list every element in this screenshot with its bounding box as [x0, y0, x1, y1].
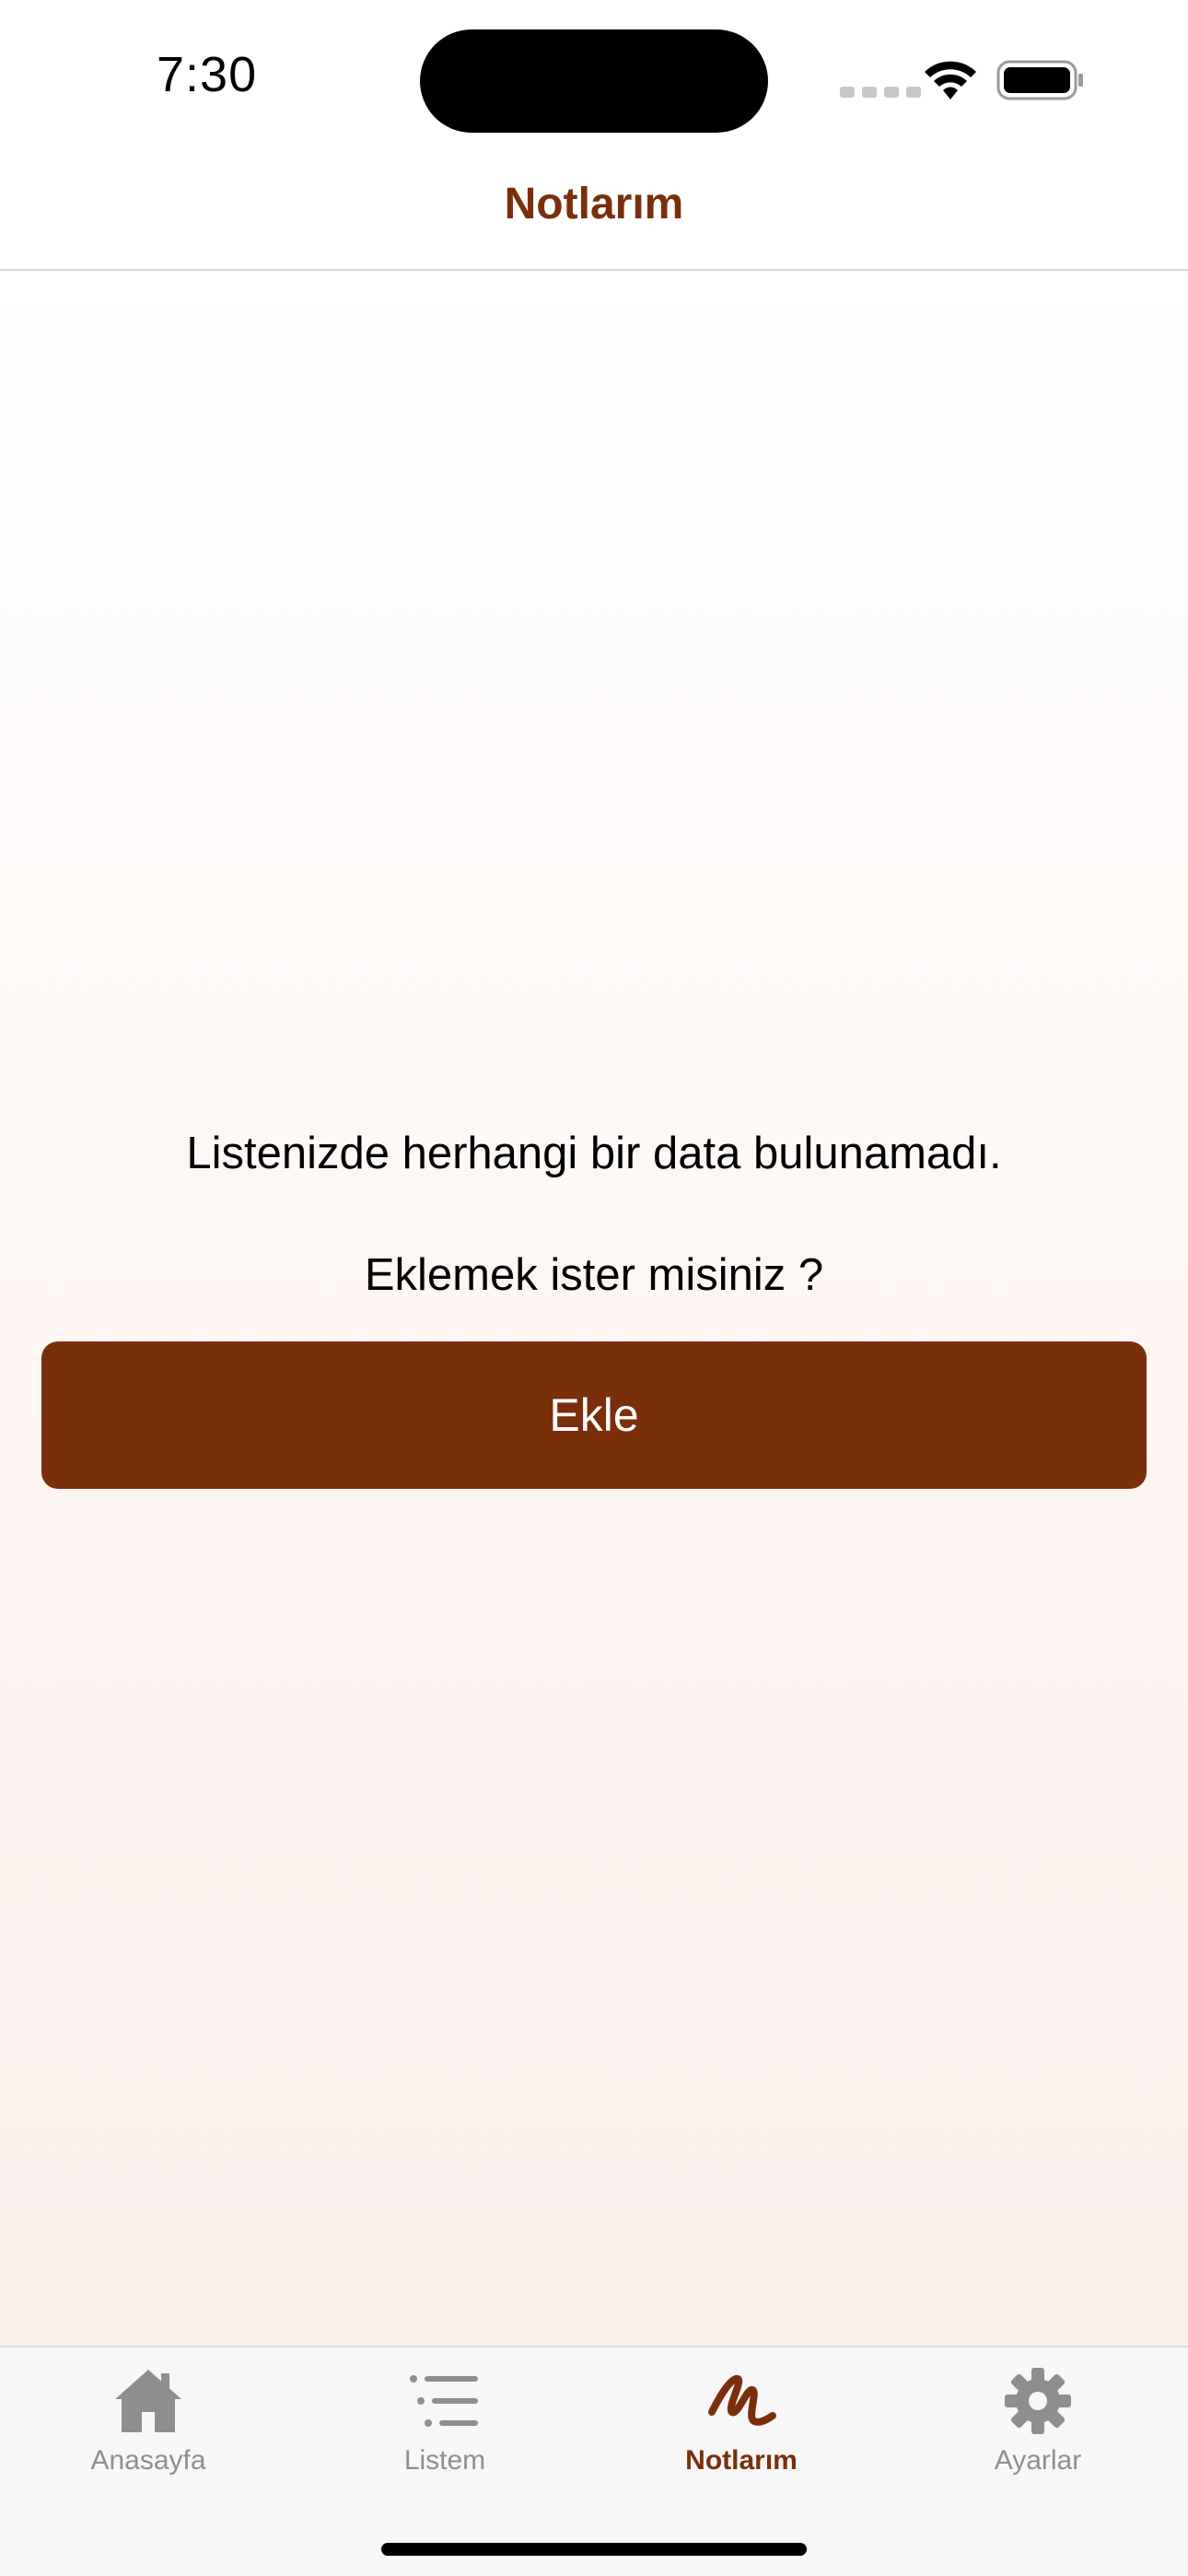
page-title: Notlarım	[504, 180, 684, 228]
tab-ayarlar[interactable]: Ayarlar	[890, 2348, 1186, 2486]
status-bar: 7:30	[0, 0, 1188, 157]
dynamic-island	[420, 29, 768, 133]
tab-listem[interactable]: Listem	[297, 2348, 593, 2486]
tab-notlarim[interactable]: Notlarım	[593, 2348, 890, 2486]
home-icon	[115, 2370, 181, 2432]
gear-icon	[1005, 2368, 1071, 2434]
cellular-signal-icon	[840, 87, 921, 98]
scribble-icon	[708, 2375, 776, 2426]
tab-bar: Anasayfa Listem Notlarım Ayarlar	[0, 2346, 1188, 2576]
tab-anasayfa[interactable]: Anasayfa	[0, 2348, 297, 2486]
list-icon	[410, 2375, 478, 2427]
tab-label: Ayarlar	[994, 2445, 1082, 2476]
nav-header: Notlarım	[0, 157, 1188, 271]
tab-label: Listem	[403, 2445, 486, 2476]
tab-label: Notlarım	[685, 2445, 798, 2476]
home-indicator[interactable]	[381, 2543, 807, 2556]
add-button[interactable]: Ekle	[41, 1341, 1147, 1489]
wifi-icon	[925, 61, 976, 100]
empty-state-message: Listenizde herhangi bir data bulunamadı.	[186, 1129, 1002, 1178]
status-time: 7:30	[157, 47, 258, 102]
tab-label: Anasayfa	[90, 2445, 206, 2476]
battery-icon	[996, 60, 1083, 100]
empty-state-question: Eklemek ister misiniz ?	[364, 1250, 824, 1300]
